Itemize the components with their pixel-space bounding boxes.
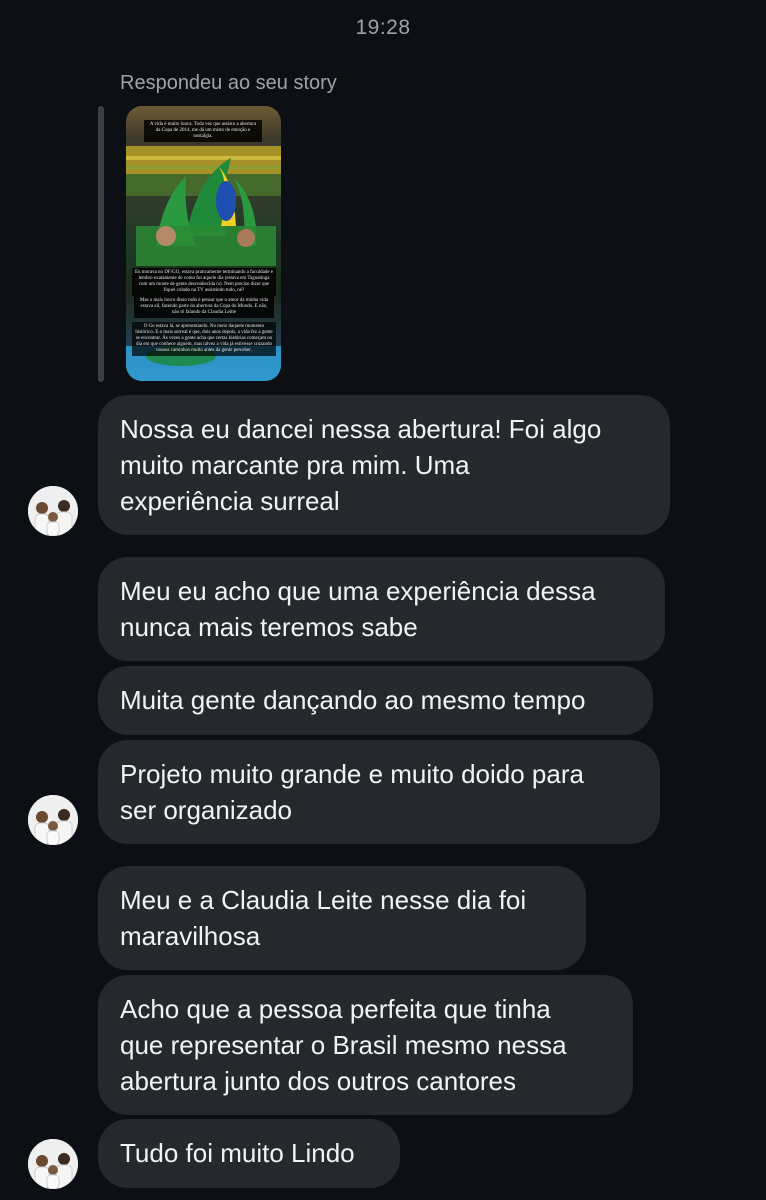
story-caption-1: A vida é muito louca. Toda vez que assis… (144, 120, 262, 142)
family-photo-avatar-icon[interactable] (28, 795, 78, 845)
message-bubble[interactable]: Projeto muito grande e muito doido para … (98, 740, 660, 844)
message-bubble[interactable]: Tudo foi muito Lindo (98, 1119, 400, 1188)
message-bubble[interactable]: Meu e a Claudia Leite nesse dia foi mara… (98, 866, 586, 970)
story-thumbnail[interactable]: A vida é muito louca. Toda vez que assis… (126, 106, 281, 381)
family-photo-avatar-icon[interactable] (28, 486, 78, 536)
family-photo-avatar-icon[interactable] (28, 1139, 78, 1189)
story-caption-2: Eu morava no DF/GO, estava praticamente … (132, 268, 276, 296)
message-bubble[interactable]: Meu eu acho que uma experiência dessa nu… (98, 557, 665, 661)
message-timestamp: 19:28 (355, 16, 411, 39)
message-bubble[interactable]: Muita gente dançando ao mesmo tempo (98, 666, 653, 735)
story-reply-label: Respondeu ao seu story (120, 72, 337, 94)
story-caption-4: O Ge estava lá, se apresentando. No meio… (132, 322, 276, 356)
story-caption-3: Mas o mais louco disso tudo é pensar que… (134, 296, 274, 318)
reply-indicator-bar (98, 106, 104, 382)
message-bubble[interactable]: Acho que a pessoa perfeita que tinha que… (98, 975, 633, 1115)
message-bubble[interactable]: Nossa eu dancei nessa abertura! Foi algo… (98, 395, 670, 535)
